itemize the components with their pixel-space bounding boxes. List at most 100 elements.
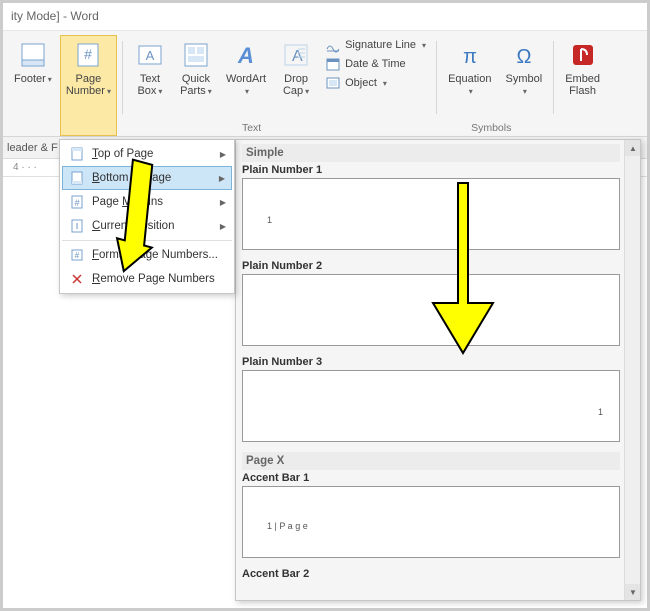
chevron-down-icon: ▾ — [48, 75, 52, 84]
text-box-icon: A — [134, 39, 166, 71]
chevron-down-icon: ▾ — [523, 87, 527, 96]
preview-pagenum: 1 — [267, 215, 272, 225]
symbol-icon: Ω — [508, 39, 540, 71]
drop-cap-icon: A — [280, 39, 312, 71]
equation-icon: π — [454, 39, 486, 71]
object-button[interactable]: Object▾ — [325, 75, 426, 91]
gallery-item-plain-number-3[interactable]: 1 — [242, 370, 620, 442]
gallery-category-pagex: Page X — [242, 452, 620, 470]
signature-line-button[interactable]: Signature Line▾ — [325, 37, 426, 53]
ribbon: Footer▾ # Page Number▾ A Text Box▾ Quick… — [3, 31, 647, 137]
preview-pagenum: 1 — [598, 407, 603, 417]
chevron-right-icon: ▶ — [219, 174, 225, 183]
quick-parts-button[interactable]: Quick Parts▾ — [174, 35, 218, 136]
quick-parts-label: Quick Parts▾ — [180, 73, 212, 98]
preview-accent-text: 1 | P a g e — [267, 521, 308, 531]
menu-format-page-numbers[interactable]: # Format Page Numbers... — [62, 243, 232, 267]
embed-flash-label: Embed Flash — [565, 73, 600, 97]
wordart-label: WordArt▾ — [226, 73, 266, 98]
wordart-button[interactable]: A WordArt▾ — [220, 35, 272, 136]
wordart-icon: A — [230, 39, 262, 71]
separator — [436, 41, 437, 114]
page-number-gallery: Simple Plain Number 1 1 Plain Number 2 P… — [235, 139, 641, 601]
drop-cap-label: Drop Cap▾ — [283, 73, 309, 98]
gallery-item-label: Accent Bar 2 — [242, 568, 620, 580]
menu-separator — [62, 240, 232, 241]
footer-label: Footer▾ — [14, 73, 52, 86]
header-footer-indicator: leader & F — [7, 142, 58, 154]
page-number-icon: # — [72, 39, 104, 71]
chevron-down-icon: ▾ — [422, 41, 426, 50]
menu-page-margins[interactable]: # Page Margins ▶ — [62, 190, 232, 214]
svg-text:#: # — [75, 251, 80, 260]
window-titlebar: ity Mode] - Word — [3, 3, 647, 31]
page-number-label: Page Number▾ — [66, 73, 111, 98]
gallery-item-plain-number-2[interactable] — [242, 274, 620, 346]
date-time-button[interactable]: Date & Time — [325, 56, 426, 72]
symbol-label: Symbol▾ — [506, 73, 543, 98]
date-time-icon — [325, 56, 341, 72]
top-of-page-icon — [68, 147, 86, 161]
chevron-down-icon: ▾ — [208, 87, 212, 96]
chevron-down-icon: ▾ — [305, 87, 309, 96]
chevron-down-icon: ▾ — [158, 87, 162, 96]
svg-text:π: π — [463, 46, 477, 68]
menu-current-position[interactable]: Current Position ▶ — [62, 214, 232, 238]
footer-button[interactable]: Footer▾ — [8, 35, 58, 136]
object-icon — [325, 75, 341, 91]
quick-parts-icon — [180, 39, 212, 71]
ribbon-group-text: A Text Box▾ Quick Parts▾ A WordArt▾ A Dr… — [127, 35, 432, 136]
chevron-down-icon: ▾ — [469, 87, 473, 96]
gallery-item-label: Plain Number 2 — [242, 260, 620, 272]
group-label-text: Text — [242, 122, 261, 134]
scroll-down-button[interactable]: ▼ — [625, 584, 641, 600]
text-box-label: Text Box▾ — [137, 73, 162, 98]
page-margins-icon: # — [68, 195, 86, 209]
footer-icon — [17, 39, 49, 71]
svg-text:A: A — [237, 43, 254, 68]
gallery-item-label: Plain Number 1 — [242, 164, 620, 176]
gallery-item-accent-bar-1[interactable]: 1 | P a g e — [242, 486, 620, 558]
menu-top-of-page[interactable]: Top of Page ▶ — [62, 142, 232, 166]
gallery-category-simple: Simple — [242, 144, 620, 162]
ribbon-group-flash: Embed Flash — [558, 35, 607, 136]
svg-text:A: A — [146, 48, 155, 63]
current-position-icon — [68, 219, 86, 233]
embed-flash-button[interactable]: Embed Flash — [559, 35, 606, 136]
chevron-down-icon: ▾ — [245, 87, 249, 96]
signature-line-icon — [325, 37, 341, 53]
symbol-button[interactable]: Ω Symbol▾ — [500, 35, 549, 136]
chevron-down-icon: ▾ — [107, 87, 111, 96]
text-box-button[interactable]: A Text Box▾ — [128, 35, 172, 136]
equation-button[interactable]: π Equation▾ — [442, 35, 497, 136]
equation-label: Equation▾ — [448, 73, 491, 98]
page-number-submenu: Top of Page ▶ Bottom of Page ▶ # Page Ma… — [59, 139, 235, 294]
ribbon-stack-text: Signature Line▾ Date & Time Object▾ — [319, 35, 432, 136]
drop-cap-button[interactable]: A Drop Cap▾ — [274, 35, 318, 136]
group-label-symbols: Symbols — [471, 122, 511, 134]
menu-bottom-of-page[interactable]: Bottom of Page ▶ — [62, 166, 232, 190]
chevron-right-icon: ▶ — [220, 198, 226, 207]
page-number-button[interactable]: # Page Number▾ — [60, 35, 117, 136]
scroll-up-button[interactable]: ▲ — [625, 140, 641, 156]
menu-remove-page-numbers[interactable]: Remove Page Numbers — [62, 267, 232, 291]
format-numbers-icon: # — [68, 248, 86, 262]
svg-text:Ω: Ω — [516, 46, 531, 68]
ribbon-group-headerfooter: Footer▾ # Page Number▾ — [7, 35, 118, 136]
bottom-of-page-icon — [68, 171, 86, 185]
window-title: ity Mode] - Word — [11, 9, 99, 23]
remove-numbers-icon — [68, 272, 86, 286]
ribbon-group-symbols: π Equation▾ Ω Symbol▾ Symbols — [441, 35, 549, 136]
svg-text:#: # — [74, 198, 79, 208]
separator — [553, 41, 554, 114]
gallery-item-label: Accent Bar 1 — [242, 472, 620, 484]
separator — [122, 41, 123, 114]
gallery-scrollbar[interactable]: ▲ ▼ — [624, 140, 640, 600]
gallery-item-plain-number-1[interactable]: 1 — [242, 178, 620, 250]
embed-flash-icon — [567, 39, 599, 71]
chevron-right-icon: ▶ — [220, 150, 226, 159]
chevron-down-icon: ▾ — [383, 79, 387, 88]
svg-text:#: # — [84, 46, 92, 62]
gallery-item-label: Plain Number 3 — [242, 356, 620, 368]
chevron-right-icon: ▶ — [220, 222, 226, 231]
